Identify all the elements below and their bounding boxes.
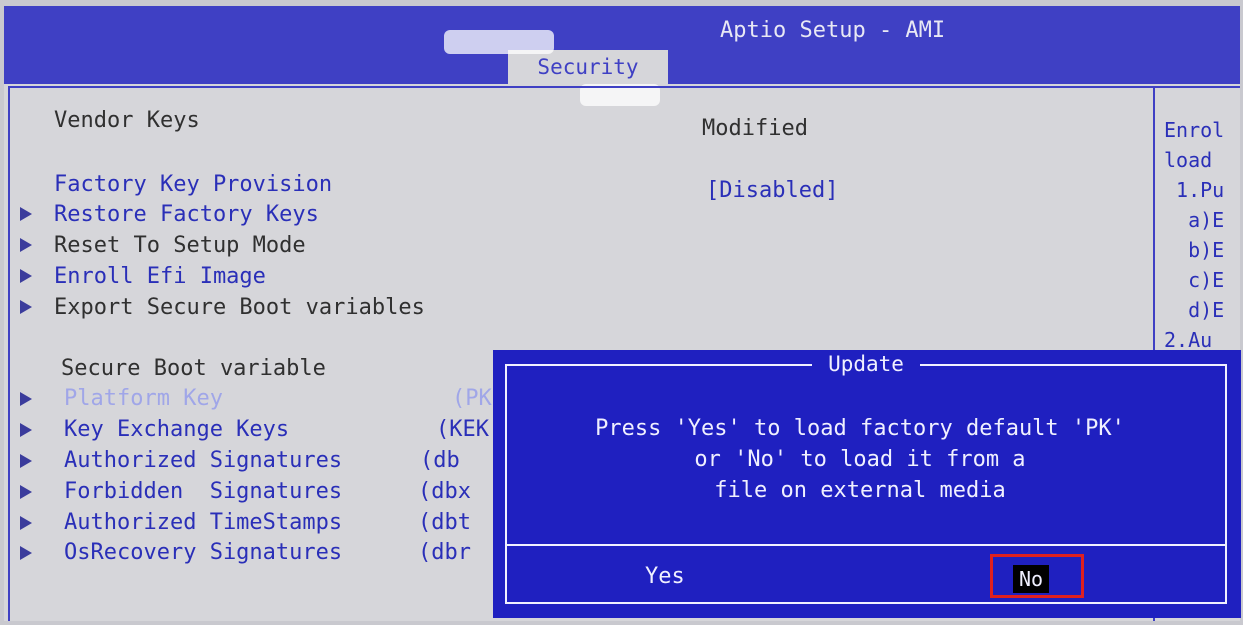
factory-key-provision-label[interactable]: Factory Key Provision: [54, 172, 332, 198]
help-text-line: Enrol: [1164, 118, 1225, 142]
vendor-keys-value: Modified: [702, 116, 808, 141]
submenu-arrow-icon: [20, 423, 32, 437]
app-title: Aptio Setup - AMI: [720, 18, 946, 43]
menu-item-key-exchange-keys[interactable]: Key Exchange Keys: [64, 417, 289, 443]
update-dialog: Update Press 'Yes' to load factory defau…: [493, 350, 1241, 618]
submenu-arrow-icon: [20, 269, 32, 283]
yes-button[interactable]: Yes: [645, 564, 685, 589]
dialog-message-line: or 'No' to load it from a: [694, 447, 1026, 472]
menu-item-enroll-efi-image[interactable]: Enroll Efi Image: [54, 264, 266, 290]
menu-item-authorized-timestamps[interactable]: Authorized TimeStamps: [64, 510, 342, 536]
screen-glare: [444, 30, 554, 54]
help-text-line: 1.Pu: [1164, 178, 1225, 202]
forbidden-signatures-tag: (dbx: [418, 479, 471, 504]
menu-item-export-secure-boot-variables[interactable]: Export Secure Boot variables: [54, 295, 425, 321]
menu-item-authorized-signatures[interactable]: Authorized Signatures: [64, 448, 342, 474]
help-text-line: 2.Au: [1164, 328, 1213, 352]
menu-item-forbidden-signatures[interactable]: Forbidden Signatures: [64, 479, 342, 505]
tab-security[interactable]: Security: [508, 50, 668, 84]
menu-item-restore-factory-keys[interactable]: Restore Factory Keys: [54, 202, 319, 228]
vendor-keys-label: Vendor Keys: [54, 108, 200, 133]
authorized-timestamps-tag: (dbt: [418, 510, 471, 535]
osrecovery-signatures-tag: (dbr: [418, 540, 471, 565]
submenu-arrow-icon: [20, 392, 32, 406]
no-button[interactable]: No: [990, 554, 1084, 598]
key-exchange-keys-tag: (KEK: [436, 417, 489, 442]
submenu-arrow-icon: [20, 207, 32, 221]
help-text-line: b)E: [1164, 238, 1225, 262]
help-text-line: c)E: [1164, 268, 1225, 292]
help-text-line: d)E: [1164, 298, 1225, 322]
secure-boot-variable-heading: Secure Boot variable: [61, 356, 326, 381]
platform-key-tag: (PK: [452, 386, 492, 411]
help-text-line: load: [1164, 148, 1213, 172]
submenu-arrow-icon: [20, 485, 32, 499]
dialog-title-container: Update: [507, 352, 1225, 376]
submenu-arrow-icon: [20, 300, 32, 314]
menu-item-osrecovery-signatures[interactable]: OsRecovery Signatures: [64, 540, 342, 566]
menu-item-platform-key[interactable]: Platform Key: [64, 386, 223, 412]
dialog-title: Update: [812, 352, 920, 376]
submenu-arrow-icon: [20, 454, 32, 468]
submenu-arrow-icon: [20, 546, 32, 560]
dialog-message-line: Press 'Yes' to load factory default 'PK': [595, 416, 1125, 441]
menu-item-reset-to-setup-mode[interactable]: Reset To Setup Mode: [54, 233, 306, 259]
submenu-arrow-icon: [20, 516, 32, 530]
help-text-line: a)E: [1164, 208, 1225, 232]
no-button-label: No: [1013, 565, 1050, 593]
authorized-signatures-tag: (db: [420, 448, 460, 473]
submenu-arrow-icon: [20, 238, 32, 252]
dialog-message-line: file on external media: [714, 478, 1006, 503]
dialog-separator: [505, 544, 1227, 546]
factory-key-provision-value[interactable]: [Disabled]: [706, 178, 838, 204]
